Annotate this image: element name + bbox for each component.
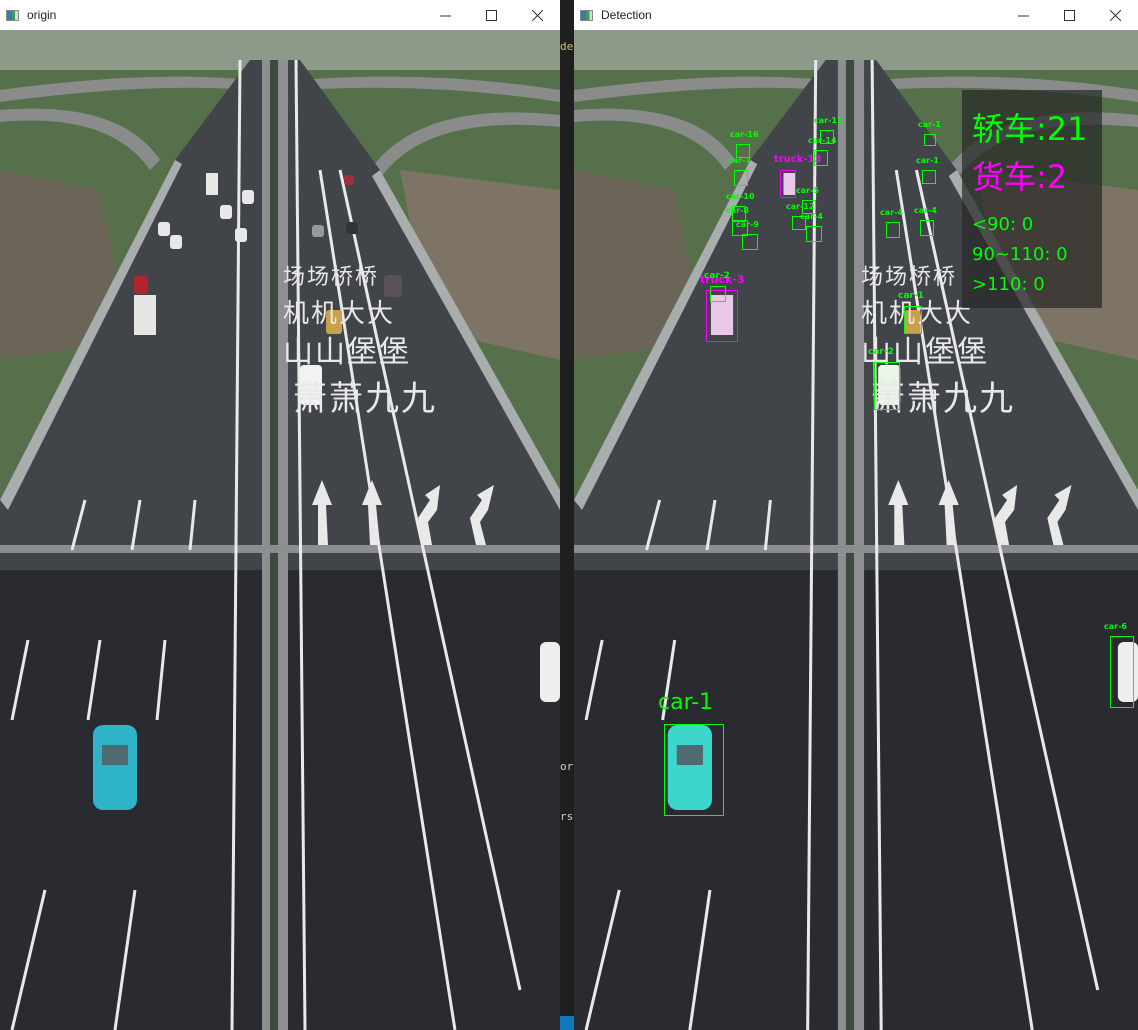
stats-panel: 轿车:21 货车:2 <90: 0 90~110: 0 >110: 0 (962, 90, 1102, 308)
close-icon (1109, 9, 1121, 21)
minimize-icon (439, 15, 451, 16)
maximize-button[interactable] (468, 0, 514, 30)
car-bounding-box (710, 286, 726, 302)
car-bounding-box (1110, 636, 1134, 708)
car-count: 轿车:21 (972, 110, 1088, 148)
detection-label: car-2 (868, 347, 894, 357)
detection-label: car-12 (786, 202, 815, 211)
car-bounding-box (792, 216, 806, 230)
detection-label: car-9 (736, 220, 759, 229)
app-icon (6, 9, 19, 21)
detection-label: car-5 (796, 186, 819, 195)
speed-90-110: 90~110: 0 (972, 244, 1068, 265)
close-button[interactable] (514, 0, 560, 30)
detection-label: car-14 (808, 136, 837, 145)
detection-label: car-2 (704, 271, 730, 281)
maximize-icon (1063, 9, 1075, 21)
app-icon (580, 9, 593, 21)
car-bounding-box (736, 144, 750, 158)
background-editor-strip: de or rs (560, 0, 574, 1030)
road-text-row4: 萧萧九九 (293, 379, 437, 419)
car-bounding-box (742, 234, 758, 250)
detection-label: car-1 (918, 120, 941, 129)
detection-titlebar[interactable]: Detection (574, 0, 1138, 30)
car-bounding-box (904, 306, 922, 334)
origin-video-frame: 场场桥桥 机机大大 山山堡堡 萧萧九九 (0, 30, 560, 1030)
editor-text-fragment: or (560, 760, 574, 773)
close-button[interactable] (1092, 0, 1138, 30)
car-bounding-box (874, 362, 900, 410)
minimize-button[interactable] (422, 0, 468, 30)
road-text-row3: 山山堡堡 (283, 335, 411, 370)
minimize-button[interactable] (1000, 0, 1046, 30)
road-marking-text: 场场桥桥 机机大大 山山堡堡 萧萧九九 (283, 260, 437, 424)
maximize-icon (485, 9, 497, 21)
detection-label: car-6 (1104, 622, 1127, 631)
car-bounding-box (924, 134, 936, 146)
detection-video-frame: 场场桥桥 机机大大 山山堡堡 萧萧九九 car-1 car-2 truck-3 car… (574, 30, 1138, 1030)
truck-count: 货车:2 (972, 158, 1068, 196)
car-bounding-box (920, 220, 934, 236)
status-indicator (560, 1016, 574, 1030)
highway-scene (0, 30, 560, 1030)
speed-under-90: <90: 0 (972, 214, 1034, 235)
car-bounding-box (922, 170, 936, 184)
car-bounding-box (806, 226, 822, 242)
car-bounding-box (886, 222, 900, 238)
road-text-row1: 场场桥桥 (283, 265, 380, 290)
car-bounding-box (664, 724, 724, 816)
detection-label: car-1 (898, 291, 924, 301)
road-text-row2: 机机大大 (283, 299, 396, 329)
origin-window: origin 场场桥桥 机机大大 山山堡堡 萧萧九九 (0, 0, 560, 1030)
detection-label: car-8 (726, 206, 749, 215)
maximize-button[interactable] (1046, 0, 1092, 30)
detection-label: car-1 (658, 690, 714, 715)
car-bounding-box (734, 170, 748, 186)
detection-label: truck-13 (774, 154, 822, 165)
window-title: origin (27, 8, 57, 22)
detection-label: car-1 (916, 156, 939, 165)
speed-over-110: >110: 0 (972, 274, 1045, 295)
window-title: Detection (601, 8, 652, 22)
editor-text-fragment: rs (560, 810, 574, 823)
minimize-icon (1017, 15, 1029, 16)
detection-label: car-4 (880, 208, 903, 217)
detection-label: car-11 (814, 116, 843, 125)
close-icon (531, 9, 543, 21)
detection-label: car-10 (726, 192, 755, 201)
detection-label: car-4 (914, 206, 937, 215)
detection-window: Detection 场场桥桥 机机大大 山山堡堡 萧萧九九 car-1 car-… (574, 0, 1138, 1030)
detection-label: car-16 (730, 130, 759, 139)
truck-bounding-box (780, 170, 796, 198)
editor-text-fragment: de (560, 40, 574, 53)
origin-titlebar[interactable]: origin (0, 0, 560, 30)
